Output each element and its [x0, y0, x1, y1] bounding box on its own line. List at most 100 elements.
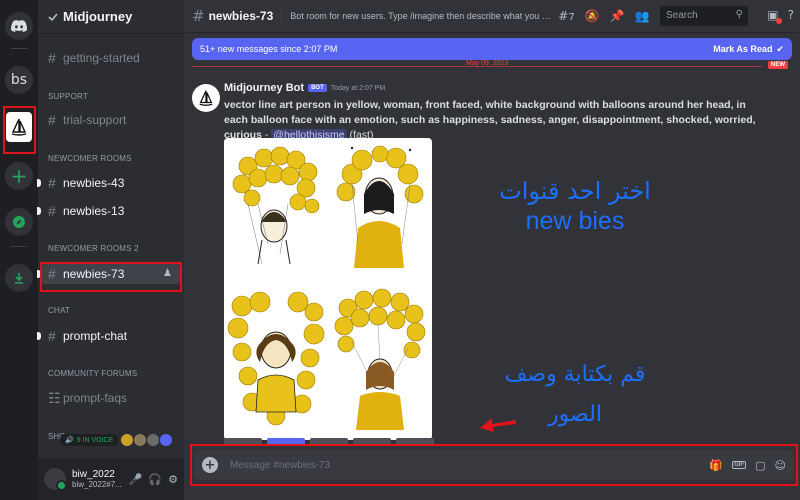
- explore-icon[interactable]: [5, 208, 33, 236]
- message-composer[interactable]: + Message #newbies-73 🎁 GIF ▢ ☺: [194, 450, 794, 480]
- avatar: [160, 434, 173, 446]
- hash-icon: #: [48, 50, 56, 66]
- hash-icon: #: [48, 175, 56, 191]
- discord-app: bs + Midjourney # getting-started SUPPOR…: [0, 0, 800, 500]
- username: biw_2022: [72, 469, 115, 480]
- pin-icon[interactable]: 📌: [610, 9, 625, 23]
- image-tile: [227, 291, 325, 426]
- server-rail: bs +: [0, 0, 38, 500]
- server-bs[interactable]: bs: [5, 66, 33, 94]
- unread-indicator: [37, 332, 41, 340]
- message-header: Midjourney Bot BOT Today at 2:07 PM: [224, 82, 385, 94]
- voice-pill[interactable]: 🔊 9 IN VOICE: [60, 434, 119, 446]
- voice-avatars: [121, 434, 173, 446]
- channel-label: trial-support: [63, 113, 127, 127]
- channel-label: prompt-faqs: [63, 391, 128, 405]
- annotation-line: قم بكتابة وصف: [504, 362, 646, 387]
- channel-trial-support[interactable]: # trial-support: [42, 110, 180, 130]
- channel-newbies-43[interactable]: # newbies-43: [37, 173, 180, 193]
- hash-icon: #: [192, 7, 205, 25]
- hash-icon: #: [48, 112, 56, 128]
- help-icon[interactable]: ?: [788, 8, 794, 22]
- new-messages-banner[interactable]: 51+ new messages since 2:07 PM Mark As R…: [192, 38, 792, 60]
- server-header[interactable]: Midjourney: [38, 0, 184, 34]
- channel-prompt-faqs[interactable]: ☷ prompt-faqs: [42, 388, 180, 408]
- discord-home-icon[interactable]: [5, 12, 33, 40]
- unread-indicator: [37, 179, 41, 187]
- avatar: [147, 434, 160, 446]
- image-tile: [232, 146, 320, 265]
- category-support[interactable]: SUPPORT: [48, 92, 88, 101]
- voice-icon: 🔊: [65, 437, 74, 444]
- annotation-choose-channel: اختر احد قنوات new bies: [470, 176, 680, 236]
- search-placeholder: Search: [666, 10, 698, 21]
- category-newcomer-rooms[interactable]: NEWCOMER ROOMS: [48, 154, 132, 163]
- mic-muted-icon[interactable]: 🎤: [129, 473, 143, 486]
- channel-topic[interactable]: Bot room for new users. Type /imagine th…: [290, 11, 552, 21]
- channel-title: newbies-73: [208, 9, 274, 23]
- highlight-frame-channel: [40, 262, 182, 292]
- user-info[interactable]: biw_2022 biw_2022#7...: [72, 469, 122, 489]
- mute-icon[interactable]: 🔕: [585, 9, 600, 23]
- headphones-icon[interactable]: 🎧: [148, 473, 162, 486]
- search-input[interactable]: Search ⚲: [660, 6, 748, 26]
- category-community-forums[interactable]: COMMUNITY FORUMS: [48, 369, 137, 378]
- header-icons: #7 🔕 📌 👥: [558, 9, 649, 23]
- user-tag: biw_2022#7...: [72, 480, 122, 489]
- image-tile: [334, 288, 426, 430]
- new-badge: NEW: [768, 61, 788, 69]
- date-divider: May 09, 2023: [466, 60, 509, 67]
- category-newcomer-rooms-2[interactable]: NEWCOMER ROOMS 2: [48, 244, 139, 253]
- attach-plus-icon[interactable]: +: [202, 457, 218, 473]
- search-icon: ⚲: [735, 9, 743, 20]
- download-icon[interactable]: [5, 264, 33, 292]
- message-author[interactable]: Midjourney Bot: [224, 82, 304, 94]
- message-input[interactable]: Message #newbies-73: [230, 460, 330, 471]
- message-content: vector line art person in yellow, woman,…: [224, 98, 764, 143]
- annotation-line: اختر احد قنوات: [499, 177, 651, 205]
- header-divider: [281, 8, 283, 24]
- user-panel: biw_2022 biw_2022#7... 🎤 🎧 ⚙: [38, 458, 184, 500]
- channel-prompt-chat[interactable]: # prompt-chat: [37, 326, 180, 346]
- mark-as-read-button[interactable]: Mark As Read: [713, 44, 772, 54]
- forum-icon: ☷: [48, 389, 61, 406]
- new-messages-text: 51+ new messages since 2:07 PM: [200, 44, 338, 54]
- user-avatar[interactable]: [44, 468, 67, 491]
- voice-activity[interactable]: 🔊 9 IN VOICE: [42, 428, 180, 452]
- verified-icon: [48, 12, 58, 21]
- threads-icon[interactable]: #7: [558, 9, 574, 23]
- rail-separator: [11, 48, 27, 49]
- midjourney-server-icon[interactable]: [6, 112, 32, 142]
- gift-icon[interactable]: 🎁: [709, 459, 723, 472]
- unread-indicator: [37, 207, 41, 215]
- hash-icon: #: [48, 328, 56, 344]
- server-name: Midjourney: [63, 9, 133, 24]
- channel-label: newbies-43: [63, 176, 125, 190]
- message-timestamp: Today at 2:07 PM: [330, 84, 386, 92]
- generated-images: [227, 145, 426, 430]
- mark-read-icon: ✔: [776, 43, 784, 54]
- channel-newbies-13[interactable]: # newbies-13: [37, 201, 180, 221]
- generated-image-grid[interactable]: [224, 138, 432, 440]
- channel-getting-started[interactable]: # getting-started: [42, 48, 180, 68]
- avatar: [134, 434, 147, 446]
- hash-icon: #: [48, 203, 56, 219]
- annotation-arrow-icon: [480, 418, 516, 432]
- thread-count: 7: [568, 12, 575, 23]
- voice-count: 9 IN VOICE: [76, 436, 114, 444]
- inbox-icon[interactable]: ▣: [767, 8, 782, 24]
- channel-header: # newbies-73 Bot room for new users. Typ…: [184, 0, 800, 33]
- members-icon[interactable]: 👥: [635, 9, 650, 23]
- category-chat[interactable]: CHAT: [48, 306, 70, 315]
- bot-badge: BOT: [308, 84, 327, 92]
- composer-actions: 🎁 GIF ▢ ☺: [709, 459, 786, 472]
- add-server-icon[interactable]: +: [5, 162, 33, 190]
- annotation-line: new bies: [525, 207, 625, 235]
- sticker-icon[interactable]: ▢: [755, 459, 765, 472]
- rail-separator: [11, 246, 27, 247]
- gif-icon[interactable]: GIF: [732, 461, 747, 469]
- notification-dot: [775, 18, 782, 24]
- emoji-icon[interactable]: ☺: [775, 459, 786, 472]
- bot-avatar[interactable]: [192, 84, 220, 112]
- settings-gear-icon[interactable]: ⚙: [168, 473, 178, 486]
